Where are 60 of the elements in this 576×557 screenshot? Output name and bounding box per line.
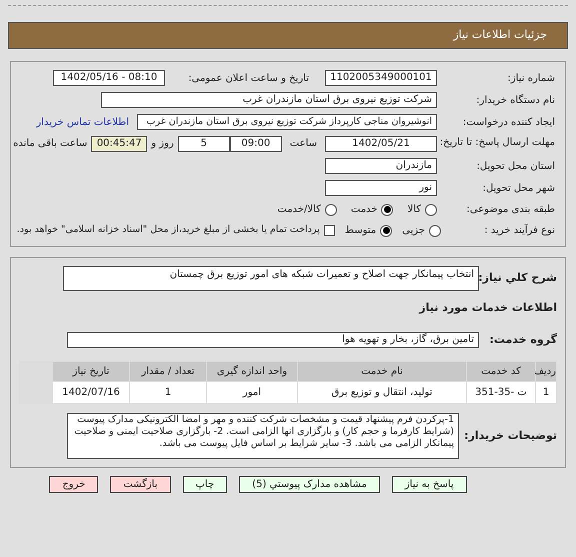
notes-field: 1-پرکردن فرم پیشنهاد قیمت و مشخصات شرکت کننده و مهر و امضا الکترونیکی مدارک پیوست (شرایط کارفرما و حجم کار) و بارگزاری انها الزامی است. 2- بارگزاری صلاحیت ایمنی و صلاحیت پیمانکار الزامی می باشد. 3- سایر شرایط بر اساس فایل پیوست می باشد. [67,413,459,459]
value-field: مازندران [325,158,437,174]
value-field: تامین برق، گاز، بخار و تهویه هوا [67,332,479,348]
contact-link[interactable]: اطلاعات تماس خریدار [36,114,137,130]
checkbox[interactable] [324,225,335,236]
action-button[interactable]: مشاهده مدارک پیوستي (5) [239,476,380,493]
countdown-field: 00:45:47 [91,136,148,152]
action-button[interactable]: چاپ [182,476,228,493]
action-button[interactable]: بازگشت [110,476,170,493]
field-label: تاریخ و ساعت اعلان عمومی: [187,72,310,86]
field-label: طبقه بندی موضوعی: [466,203,555,217]
header-bar: جزئیات اطلاعات نیاز [8,22,568,49]
field-label: استان محل تحویل: [476,160,555,174]
radio-label: جزیی [402,224,425,238]
table-cell: 1 [130,382,206,403]
time-label: ساعت [288,137,318,151]
summary-field: انتخاب پیمانکار جهت اصلاح و تعمیرات شبکه های امور توزیع برق چمستان [63,266,479,291]
field-label: گروه خدمت: [488,332,557,348]
radio-button[interactable] [380,224,392,236]
value-field: 5 [178,136,230,152]
field-label: شهر محل تحویل: [482,182,555,196]
table-cell: 1402/07/16 [53,382,129,403]
radio-label: متوسط [344,224,376,238]
days-label: روز و [150,137,175,151]
radio-button[interactable] [324,204,337,216]
value-field: 1402/05/16 - 08:10 [53,70,165,86]
table-cell: 1 [536,382,556,403]
column-header: کد خدمت [467,362,535,381]
value-field: شرکت توزیع نیروی برق استان مازندران غرب [101,92,437,108]
value-field: 1102005349000101 [325,70,437,86]
field-label: نام دستگاه خریدار: [475,93,555,108]
value-field: 1402/05/21 [325,136,437,152]
field-label: نوع فرآیند خرید : [483,223,555,238]
field-label: ایجاد کننده درخواست: [462,116,555,130]
radio-button[interactable] [425,204,437,216]
column-header: تعداد / مقدار [130,362,206,381]
value-field: 09:00 [230,136,282,152]
action-button[interactable]: خروج [49,476,98,493]
remaining-label: ساعت باقی مانده [13,137,88,151]
radio-label: کالا [407,203,421,217]
field-label: مهلت ارسال پاسخ: تا تاریخ: [438,136,555,149]
table-cell: امور [207,382,297,403]
column-header: ردیف [536,362,556,381]
radio-label: خدمت [350,203,378,217]
field-label: شماره نیاز: [506,72,555,86]
checkbox-label: پرداخت تمام یا بخشی از مبلغ خرید،از محل "اسناد خزانه اسلامی" خواهد بود. [16,223,320,238]
table-cell: تولید، انتقال و توزیع برق [298,382,466,403]
value-field: انوشیروان مناجی کارپرداز شرکت توزیع نیروی برق استان مازندران غرب [137,114,437,130]
radio-button[interactable] [429,224,441,236]
action-button[interactable]: پاسخ به نیاز [392,476,467,493]
column-header: تاریخ نیاز [53,362,129,381]
radio-label: کالا/خدمت [277,203,321,217]
field-label: شرح کلي نیاز: [479,270,557,286]
column-header: واحد اندازه گیری [207,362,297,381]
section-heading: اطلاعات خدمات مورد نیاز [418,300,557,316]
table-cell: ت -35-351 [467,382,535,403]
field-label: توضیحات خریدار: [463,428,557,444]
radio-button[interactable] [381,204,394,216]
value-field: نور [325,180,437,196]
column-header: نام خدمت [298,362,466,381]
